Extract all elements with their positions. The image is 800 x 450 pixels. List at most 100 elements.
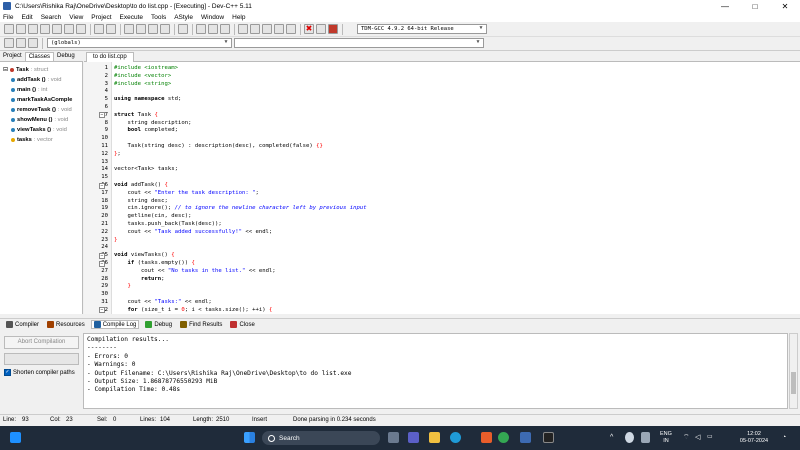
toggle-bookmark-icon[interactable] xyxy=(220,24,230,34)
fold-toggle-icon[interactable]: − xyxy=(99,260,105,267)
class-forward-icon[interactable] xyxy=(16,38,26,48)
menu-file[interactable]: File xyxy=(3,14,13,21)
code-line[interactable]: return; xyxy=(114,276,165,282)
code-line[interactable]: }; xyxy=(114,151,121,157)
scrollbar-thumb[interactable] xyxy=(791,372,796,394)
find-icon[interactable] xyxy=(124,24,134,34)
code-line[interactable]: for (size_t i = 0; i < tasks.size(); ++i… xyxy=(114,307,272,313)
tray-chevron-icon[interactable]: ^ xyxy=(610,432,618,443)
taskbar-search[interactable]: Search xyxy=(262,431,380,445)
fold-toggle-icon[interactable]: − xyxy=(99,112,105,119)
code-line[interactable]: if (tasks.empty()) { xyxy=(114,260,194,266)
replace-icon[interactable] xyxy=(136,24,146,34)
compile-run-icon[interactable] xyxy=(262,24,272,34)
tree-item[interactable]: main (): int xyxy=(11,85,47,94)
maximize-button[interactable]: □ xyxy=(740,0,770,12)
windows-start-icon[interactable] xyxy=(244,432,255,443)
open-file-icon[interactable] xyxy=(16,24,26,34)
menu-window[interactable]: Window xyxy=(201,14,224,21)
tree-item[interactable]: viewTasks (): void xyxy=(11,125,67,134)
tree-item[interactable]: removeTask (): void xyxy=(11,105,72,114)
compiler-select[interactable]: TDM-GCC 4.9.2 64-bit Release ▼ xyxy=(357,24,487,34)
console-taskbar-icon[interactable] xyxy=(543,432,554,443)
edge-browser-icon[interactable] xyxy=(450,432,461,443)
code-line[interactable]: void addTask() { xyxy=(114,182,168,188)
code-line[interactable]: Task(string desc) : description(desc), c… xyxy=(114,143,322,149)
tree-item[interactable]: markTaskAsComple xyxy=(11,95,74,104)
compile-log-output[interactable]: Compilation results... -------- - Errors… xyxy=(83,333,788,409)
globals-select[interactable]: (globals) ▼ xyxy=(47,38,232,48)
bottom-tab-find-results[interactable]: Find Results xyxy=(178,321,224,328)
print-icon[interactable] xyxy=(76,24,86,34)
menu-search[interactable]: Search xyxy=(41,14,62,21)
file-explorer-icon[interactable] xyxy=(429,432,440,443)
project-icon[interactable] xyxy=(178,24,188,34)
run-icon[interactable] xyxy=(250,24,260,34)
volume-icon[interactable]: ◁ xyxy=(695,432,704,443)
code-line[interactable]: cout << "No tasks in the list." << endl; xyxy=(114,268,276,274)
undo-icon[interactable] xyxy=(94,24,104,34)
redo-icon[interactable] xyxy=(106,24,116,34)
tab-file[interactable]: to do list.cpp xyxy=(86,52,134,62)
battery-tray-icon[interactable]: ▭ xyxy=(707,432,716,443)
code-line[interactable]: struct Task { xyxy=(114,112,158,118)
close-file-icon[interactable] xyxy=(52,24,62,34)
code-line[interactable]: string desc; xyxy=(114,198,167,204)
profile-icon[interactable] xyxy=(328,24,338,34)
language-eng[interactable]: ENG xyxy=(660,431,672,438)
tree-item[interactable]: showMenu (): void xyxy=(11,115,68,124)
code-editor[interactable]: 1234567−8910111213141516−171819202122232… xyxy=(84,62,800,314)
code-line[interactable]: cout << "Enter the task description: "; xyxy=(114,190,258,196)
rebuild-icon[interactable] xyxy=(274,24,284,34)
menu-tools[interactable]: Tools xyxy=(151,14,166,21)
abort-compilation-button[interactable]: Abort Compilation xyxy=(4,336,79,349)
tree-item[interactable]: ⊟ Task: struct xyxy=(3,65,48,74)
code-line[interactable]: using namespace std; xyxy=(114,96,181,102)
close-button[interactable]: ✕ xyxy=(770,0,800,12)
notifications-icon[interactable]: ◔ xyxy=(782,432,791,443)
tree-item[interactable]: addTask (): void xyxy=(11,75,61,84)
cloud-icon[interactable] xyxy=(625,432,634,443)
code-line[interactable]: cout << "Task added successfully!" << en… xyxy=(114,229,272,235)
code-line[interactable]: void viewTasks() { xyxy=(114,252,175,258)
code-line[interactable]: getline(cin, desc); xyxy=(114,213,191,219)
code-line[interactable]: string description; xyxy=(114,120,191,126)
debug-icon[interactable] xyxy=(316,24,326,34)
goto-line-icon[interactable] xyxy=(160,24,170,34)
clock-time[interactable]: 12:02 xyxy=(735,431,773,438)
code-line[interactable]: } xyxy=(114,237,117,243)
fold-toggle-icon[interactable]: − xyxy=(99,182,105,189)
menu-astyle[interactable]: AStyle xyxy=(174,14,193,21)
bottom-tab-compile-log[interactable]: Compile Log xyxy=(90,320,140,329)
log-scrollbar[interactable] xyxy=(789,333,798,409)
bottom-tab-compiler[interactable]: Compiler xyxy=(4,321,41,328)
menu-execute[interactable]: Execute xyxy=(120,14,144,21)
code-line[interactable]: cout << "Tasks:" << endl; xyxy=(114,299,211,305)
code-line[interactable]: tasks.push_back(Task(desc)); xyxy=(114,221,221,227)
class-insert-icon[interactable] xyxy=(28,38,38,48)
menu-help[interactable]: Help xyxy=(232,14,245,21)
unindent-icon[interactable] xyxy=(208,24,218,34)
code-line[interactable]: vector<Task> tasks; xyxy=(114,166,178,172)
bottom-tab-close[interactable]: Close xyxy=(228,321,256,328)
shorten-paths-checkbox[interactable]: ✓ Shorten compiler paths xyxy=(4,369,75,376)
tree-collapse-icon[interactable]: ⊟ xyxy=(3,66,8,73)
bottom-tab-resources[interactable]: Resources xyxy=(45,321,87,328)
check-icon[interactable] xyxy=(286,24,296,34)
tab-debug[interactable]: Debug xyxy=(54,52,78,61)
battery-icon[interactable] xyxy=(641,432,650,443)
tab-project[interactable]: Project xyxy=(0,52,25,61)
code-line[interactable]: #include <vector> xyxy=(114,73,171,79)
class-back-icon[interactable] xyxy=(4,38,14,48)
save-icon[interactable] xyxy=(28,24,38,34)
fold-toggle-icon[interactable]: − xyxy=(99,307,105,314)
code-line[interactable]: bool completed; xyxy=(114,127,178,133)
minimize-button[interactable]: — xyxy=(710,0,740,12)
code-line[interactable]: } xyxy=(114,283,130,289)
bottom-tab-debug[interactable]: Debug xyxy=(143,321,174,328)
tree-item[interactable]: tasks: vector xyxy=(11,135,53,144)
weather-widget-icon[interactable] xyxy=(10,432,21,443)
new-file-icon[interactable] xyxy=(4,24,14,34)
save-all-icon[interactable] xyxy=(40,24,50,34)
code-line[interactable]: #include <iostream> xyxy=(114,65,178,71)
